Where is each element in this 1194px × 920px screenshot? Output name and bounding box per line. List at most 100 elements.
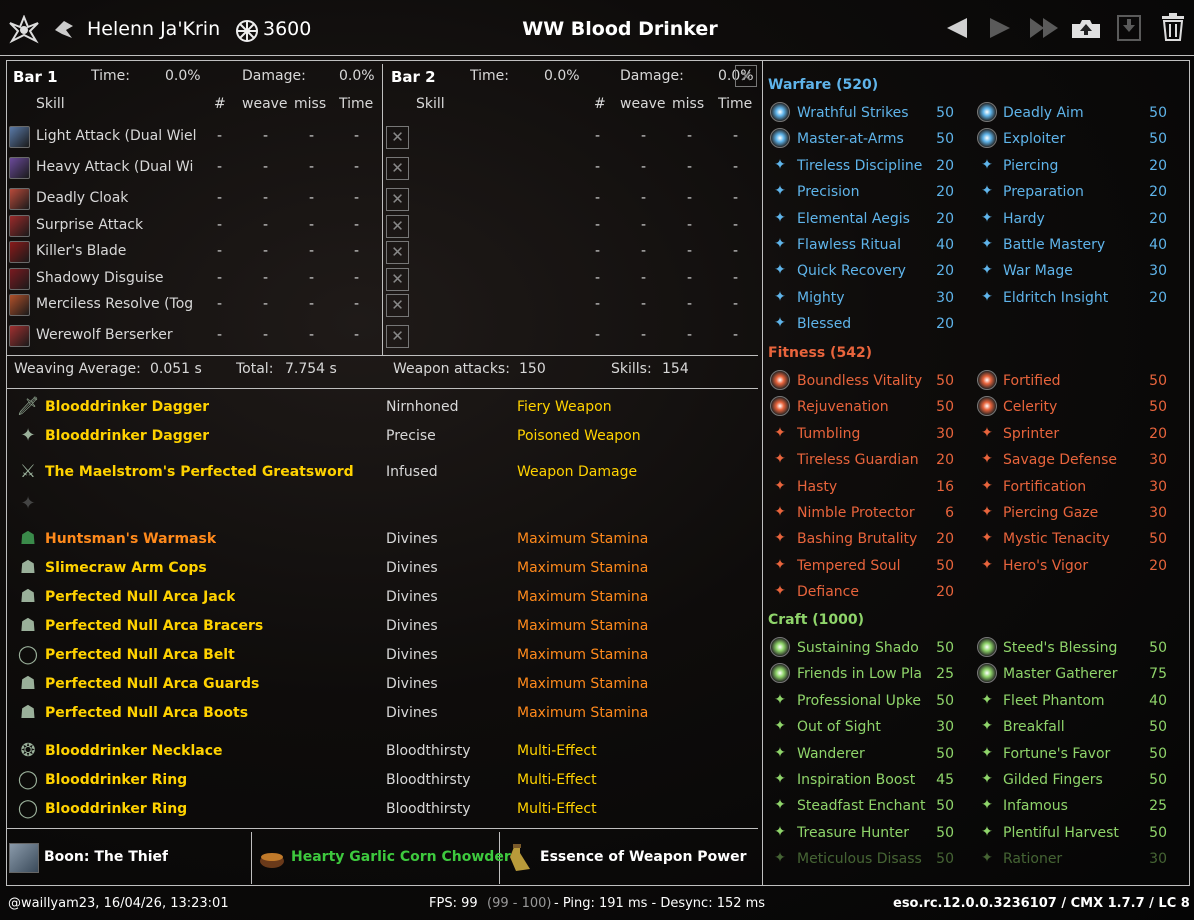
cp-slotted-star-icon[interactable] — [977, 663, 997, 684]
cp-star-name[interactable]: Flawless Ritual — [797, 237, 935, 253]
cp-star-icon[interactable]: ✦ — [770, 743, 790, 763]
cp-star-icon[interactable]: ✦ — [977, 848, 997, 868]
cp-star-name[interactable]: Wanderer — [797, 746, 935, 762]
cp-star-icon[interactable]: ✦ — [770, 208, 790, 228]
cp-star-name[interactable]: Tumbling — [797, 426, 935, 442]
cp-star-name[interactable]: Savage Defense — [1003, 452, 1141, 468]
cp-star-name[interactable]: Out of Sight — [797, 719, 935, 735]
cp-star-name[interactable]: Deadly Aim — [1003, 105, 1141, 121]
cp-slotted-star-icon[interactable] — [770, 102, 790, 122]
cp-star-icon[interactable]: ✦ — [770, 449, 790, 469]
gear-name[interactable]: Blooddrinker Dagger — [45, 399, 209, 415]
gear-name[interactable]: Blooddrinker Ring — [45, 801, 187, 817]
cp-star-name[interactable]: Fortification — [1003, 479, 1141, 495]
gear-name[interactable]: Perfected Null Arca Boots — [45, 705, 248, 721]
gear-name[interactable]: Perfected Null Arca Belt — [45, 647, 235, 663]
cp-star-icon[interactable]: ✦ — [977, 155, 997, 175]
cp-star-name[interactable]: Piercing Gaze — [1003, 505, 1141, 521]
cp-star-icon[interactable]: ✦ — [977, 822, 997, 842]
cp-star-name[interactable]: Professional Upke — [797, 693, 935, 709]
cp-star-name[interactable]: War Mage — [1003, 263, 1141, 279]
empty-slot-icon[interactable]: ✕ — [386, 157, 409, 180]
cp-star-name[interactable]: Steed's Blessing — [1003, 640, 1141, 656]
cp-star-icon[interactable]: ✦ — [977, 555, 997, 575]
cp-star-icon[interactable]: ✦ — [770, 528, 790, 548]
cp-star-icon[interactable]: ✦ — [770, 234, 790, 254]
cp-star-name[interactable]: Hero's Vigor — [1003, 558, 1141, 574]
cp-star-name[interactable]: Rationer — [1003, 851, 1141, 867]
cp-star-icon[interactable]: ✦ — [770, 555, 790, 575]
cp-star-name[interactable]: Blessed — [797, 316, 935, 332]
empty-slot-icon[interactable]: ✕ — [386, 215, 409, 238]
cp-star-name[interactable]: Infamous — [1003, 798, 1141, 814]
fast-forward-icon[interactable] — [1028, 16, 1060, 40]
cp-star-icon[interactable]: ✦ — [977, 502, 997, 522]
cp-star-name[interactable]: Eldritch Insight — [1003, 290, 1141, 306]
cp-star-name[interactable]: Master Gatherer — [1003, 666, 1141, 682]
expand-toggle-icon[interactable] — [735, 65, 757, 87]
empty-slot-icon[interactable]: ✕ — [386, 188, 409, 211]
cp-star-name[interactable]: Friends in Low Pla — [797, 666, 935, 682]
cp-star-name[interactable]: Plentiful Harvest — [1003, 825, 1141, 841]
cp-star-icon[interactable]: ✦ — [770, 502, 790, 522]
gear-name[interactable]: Blooddrinker Necklace — [45, 743, 223, 759]
cp-slotted-star-icon[interactable] — [977, 102, 997, 122]
cp-star-name[interactable]: Fleet Phantom — [1003, 693, 1141, 709]
gear-name[interactable]: Perfected Null Arca Jack — [45, 589, 235, 605]
cp-star-name[interactable]: Preparation — [1003, 184, 1141, 200]
empty-slot-icon[interactable]: ✕ — [386, 268, 409, 291]
cp-star-name[interactable]: Tempered Soul — [797, 558, 935, 574]
cp-slotted-star-icon[interactable] — [770, 370, 790, 390]
gear-name[interactable]: Blooddrinker Ring — [45, 772, 187, 788]
cp-star-icon[interactable]: ✦ — [770, 769, 790, 789]
cp-star-name[interactable]: Hardy — [1003, 211, 1141, 227]
gear-name[interactable]: Huntsman's Warmask — [45, 531, 216, 547]
empty-slot-icon[interactable]: ✕ — [386, 126, 409, 149]
cp-star-name[interactable]: Gilded Fingers — [1003, 772, 1141, 788]
cp-star-name[interactable]: Hasty — [797, 479, 935, 495]
cp-slotted-star-icon[interactable] — [770, 663, 790, 684]
cp-star-icon[interactable]: ✦ — [770, 313, 790, 333]
cp-slotted-star-icon[interactable] — [770, 637, 790, 657]
cp-star-name[interactable]: Treasure Hunter — [797, 825, 935, 841]
cp-slotted-star-icon[interactable] — [977, 396, 997, 417]
cp-star-icon[interactable]: ✦ — [770, 581, 790, 601]
cp-star-icon[interactable]: ✦ — [770, 476, 790, 496]
gear-name[interactable]: Perfected Null Arca Bracers — [45, 618, 263, 634]
cp-star-name[interactable]: Master-at-Arms — [797, 131, 935, 147]
cp-star-name[interactable]: Celerity — [1003, 399, 1141, 415]
cp-star-name[interactable]: Boundless Vitality — [797, 373, 935, 389]
cp-star-name[interactable]: Meticulous Disass — [797, 851, 935, 867]
cp-star-name[interactable]: Exploiter — [1003, 131, 1141, 147]
cp-star-name[interactable]: Quick Recovery — [797, 263, 935, 279]
next-icon[interactable] — [988, 16, 1012, 40]
cp-star-icon[interactable]: ✦ — [770, 716, 790, 736]
save-icon[interactable] — [1116, 14, 1142, 42]
cp-star-name[interactable]: Mighty — [797, 290, 935, 306]
cp-star-icon[interactable]: ✦ — [770, 181, 790, 201]
cp-star-name[interactable]: Defiance — [797, 584, 935, 600]
cp-star-icon[interactable]: ✦ — [770, 287, 790, 307]
cp-star-icon[interactable]: ✦ — [977, 716, 997, 736]
previous-icon[interactable] — [945, 16, 969, 40]
cp-star-icon[interactable]: ✦ — [977, 287, 997, 307]
cp-star-name[interactable]: Mystic Tenacity — [1003, 531, 1141, 547]
cp-star-icon[interactable]: ✦ — [977, 528, 997, 548]
trash-icon[interactable] — [1160, 12, 1186, 42]
cp-star-name[interactable]: Steadfast Enchant — [797, 798, 935, 814]
gear-name[interactable]: Blooddrinker Dagger — [45, 428, 209, 444]
cp-star-icon[interactable]: ✦ — [977, 208, 997, 228]
cp-star-icon[interactable]: ✦ — [977, 449, 997, 469]
cp-slotted-star-icon[interactable] — [977, 637, 997, 657]
cp-star-icon[interactable]: ✦ — [977, 690, 997, 710]
cp-star-icon[interactable]: ✦ — [770, 822, 790, 842]
cp-star-icon[interactable]: ✦ — [977, 476, 997, 496]
cp-star-name[interactable]: Tireless Guardian — [797, 452, 935, 468]
cp-star-icon[interactable]: ✦ — [770, 260, 790, 280]
cp-star-icon[interactable]: ✦ — [770, 423, 790, 443]
cp-star-icon[interactable]: ✦ — [977, 769, 997, 789]
cp-slotted-star-icon[interactable] — [977, 370, 997, 390]
cp-star-icon[interactable]: ✦ — [770, 795, 790, 815]
cp-slotted-star-icon[interactable] — [770, 396, 790, 417]
cp-star-icon[interactable]: ✦ — [977, 234, 997, 254]
